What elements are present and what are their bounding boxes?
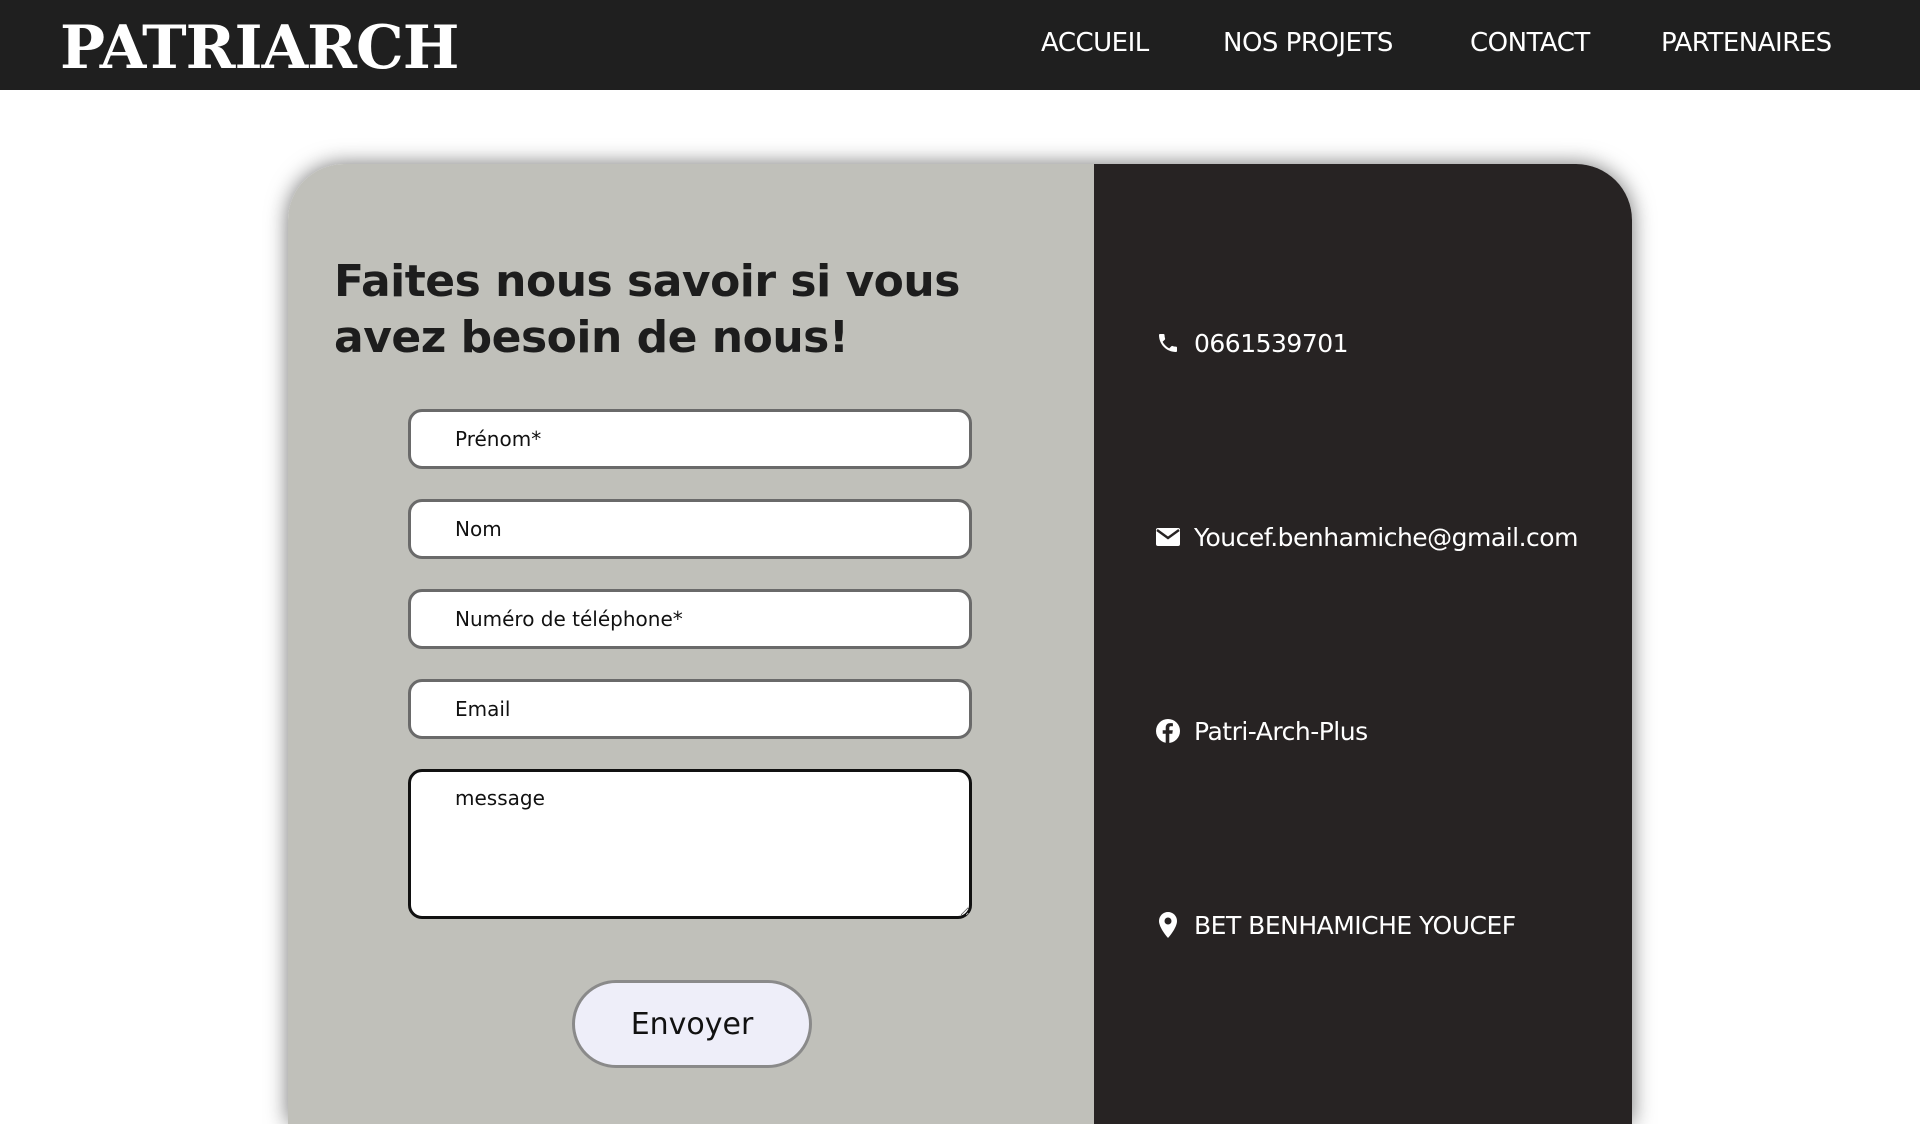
nav-nos-projets[interactable]: NOS PROJETS: [1223, 28, 1393, 58]
phone-field[interactable]: [408, 589, 972, 649]
site-logo[interactable]: PATRIARCH: [60, 8, 459, 88]
facebook-icon: [1154, 717, 1182, 745]
contact-email[interactable]: Youcef.benhamiche@gmail.com: [1154, 517, 1578, 557]
prenom-field[interactable]: [408, 409, 972, 469]
nav-contact[interactable]: CONTACT: [1470, 28, 1590, 58]
nom-field[interactable]: [408, 499, 972, 559]
phone-icon: [1154, 329, 1182, 357]
location-pin-icon: [1154, 911, 1182, 939]
contact-phone[interactable]: 0661539701: [1154, 323, 1349, 363]
contact-card: Faites nous savoir si vous avez besoin d…: [288, 164, 1632, 1124]
send-button[interactable]: Envoyer: [572, 980, 812, 1068]
contact-location[interactable]: BET BENHAMICHE YOUCEF: [1154, 905, 1516, 945]
location-text: BET BENHAMICHE YOUCEF: [1194, 910, 1516, 940]
message-field[interactable]: [408, 769, 972, 919]
email-field[interactable]: [408, 679, 972, 739]
top-navbar: PATRIARCH: [0, 0, 1920, 90]
nav-accueil[interactable]: ACCUEIL: [1041, 28, 1149, 58]
nav-partenaires[interactable]: PARTENAIRES: [1661, 28, 1832, 58]
mail-icon: [1154, 523, 1182, 551]
form-heading: Faites nous savoir si vous avez besoin d…: [334, 256, 960, 363]
contact-info-panel: 0661539701 Youcef.benhamiche@gmail.com P…: [1094, 164, 1632, 1124]
contact-facebook[interactable]: Patri-Arch-Plus: [1154, 711, 1368, 751]
contact-form-panel: Faites nous savoir si vous avez besoin d…: [288, 164, 1094, 1124]
facebook-text: Patri-Arch-Plus: [1194, 716, 1368, 746]
email-text: Youcef.benhamiche@gmail.com: [1194, 522, 1578, 552]
phone-text: 0661539701: [1194, 328, 1349, 358]
